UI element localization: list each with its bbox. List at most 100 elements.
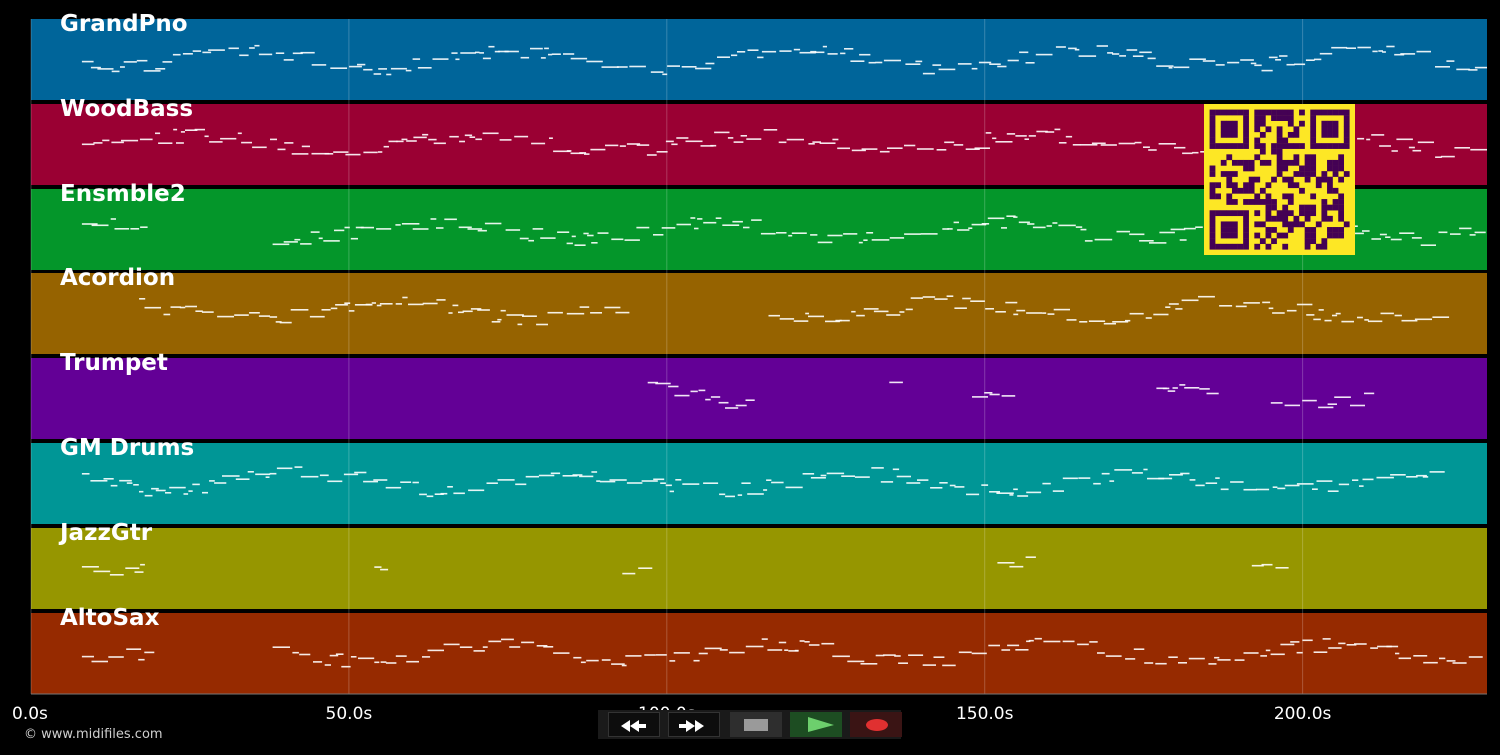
note [522, 315, 537, 317]
note [1016, 309, 1026, 312]
note [987, 217, 1005, 220]
note [667, 65, 680, 67]
note [237, 132, 242, 135]
note [1047, 313, 1055, 315]
track-trumpet: Trumpet [31, 350, 1487, 439]
note [1243, 652, 1259, 654]
note [401, 138, 408, 141]
note [996, 492, 1014, 494]
note [725, 407, 739, 409]
note [462, 310, 473, 313]
note [1371, 238, 1381, 240]
note [1322, 638, 1331, 640]
note [114, 228, 130, 230]
record-button[interactable] [850, 712, 902, 737]
note [779, 50, 792, 52]
note [905, 308, 913, 311]
note [1202, 60, 1216, 62]
note [966, 493, 980, 496]
fast-forward-button[interactable] [668, 712, 720, 737]
note [1260, 655, 1267, 657]
note [501, 638, 514, 641]
note [517, 323, 523, 326]
note [291, 153, 309, 155]
note [269, 316, 278, 318]
note [277, 148, 286, 151]
note [1156, 65, 1174, 67]
note [665, 484, 672, 487]
note [300, 51, 315, 54]
note [997, 65, 1007, 68]
note [1357, 46, 1371, 49]
note [839, 319, 850, 322]
note [279, 321, 292, 324]
note [1420, 244, 1436, 246]
record-icon [866, 719, 888, 731]
note [863, 308, 879, 310]
note [985, 132, 992, 134]
note [1270, 653, 1285, 656]
note [329, 654, 339, 657]
note [889, 237, 905, 239]
note [1255, 488, 1270, 491]
note [1261, 69, 1273, 72]
track-name: WoodBass [60, 96, 194, 122]
note [93, 570, 111, 573]
note [1182, 152, 1193, 155]
note [676, 223, 691, 226]
note [641, 480, 658, 482]
note [1054, 128, 1061, 131]
note [743, 226, 750, 229]
note [624, 239, 640, 241]
note [644, 654, 656, 656]
note [460, 52, 476, 54]
note [130, 228, 140, 230]
note [1312, 488, 1318, 490]
stop-button[interactable] [730, 712, 782, 737]
note [793, 320, 809, 322]
note [300, 243, 312, 245]
note [719, 649, 728, 651]
note [1066, 319, 1077, 321]
note [860, 663, 878, 665]
note [820, 474, 827, 477]
note [486, 482, 498, 484]
note [1468, 656, 1483, 658]
note [843, 233, 858, 235]
note [1305, 59, 1315, 61]
note [162, 61, 173, 63]
note [126, 648, 142, 650]
note [601, 66, 619, 68]
note [1357, 316, 1363, 319]
note [1052, 222, 1058, 224]
play-button[interactable] [790, 712, 842, 737]
note [1286, 309, 1297, 312]
note [636, 144, 650, 146]
note [380, 568, 389, 571]
note [1065, 135, 1073, 138]
note [1001, 649, 1011, 651]
note [209, 141, 223, 143]
note [609, 479, 627, 481]
note [656, 654, 667, 656]
note [745, 645, 764, 648]
note [1027, 223, 1035, 225]
note [580, 661, 586, 664]
note [974, 147, 990, 149]
note [1167, 390, 1176, 392]
note [173, 128, 178, 131]
note [111, 70, 120, 73]
note [984, 392, 993, 394]
note [715, 217, 722, 219]
rewind-button[interactable] [608, 712, 660, 737]
note [155, 68, 166, 70]
note [981, 223, 990, 225]
note [939, 482, 948, 484]
note [1168, 303, 1179, 305]
note [972, 396, 988, 398]
note [1158, 143, 1176, 145]
note [858, 241, 863, 244]
note [710, 396, 721, 398]
note [685, 140, 703, 143]
note [335, 653, 344, 655]
